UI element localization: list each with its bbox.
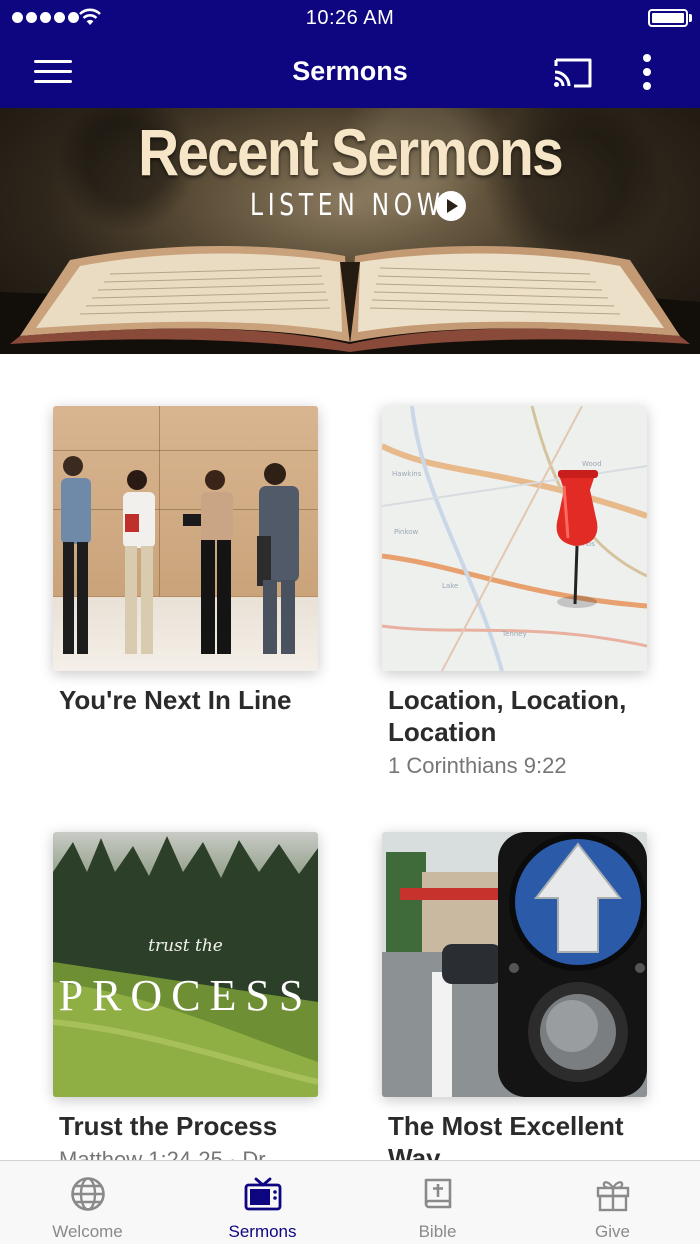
tab-welcome[interactable]: Welcome bbox=[0, 1161, 175, 1244]
battery-nub bbox=[689, 14, 692, 22]
battery-icon bbox=[648, 9, 688, 27]
tab-give[interactable]: Give bbox=[525, 1161, 700, 1244]
tab-label: Welcome bbox=[52, 1222, 123, 1241]
status-bar: 10:26 AM bbox=[0, 0, 700, 36]
cast-button[interactable] bbox=[548, 52, 598, 92]
people-in-line-image bbox=[61, 456, 299, 654]
sermon-title: You're Next In Line bbox=[59, 685, 292, 715]
tab-label: Give bbox=[595, 1222, 630, 1241]
sermon-thumbnail bbox=[382, 832, 647, 1097]
sermon-title: Trust the Process bbox=[59, 1111, 278, 1141]
listen-now-label: LISTEN NOW bbox=[250, 188, 445, 223]
svg-text:Pinkow: Pinkow bbox=[394, 528, 419, 536]
sermon-title: Location, Location, Location bbox=[388, 685, 627, 747]
svg-text:Tenney: Tenney bbox=[501, 630, 527, 638]
page-title: Sermons bbox=[292, 56, 408, 86]
svg-text:Wood: Wood bbox=[582, 460, 602, 468]
status-time: 10:26 AM bbox=[305, 7, 395, 29]
recent-sermons-banner[interactable]: Recent Sermons LISTEN NOW bbox=[0, 108, 700, 354]
more-options-button[interactable] bbox=[630, 50, 664, 94]
sermon-thumbnail: trust the PROCESS bbox=[53, 832, 318, 1097]
map-pin-image: PinkowLakeLamos TenneyHawkinsWood bbox=[382, 406, 647, 671]
menu-button[interactable] bbox=[28, 52, 78, 92]
svg-text:Hawkins: Hawkins bbox=[392, 470, 422, 478]
globe-icon bbox=[71, 1177, 105, 1211]
artwork-caption-small: trust the bbox=[148, 936, 223, 956]
bible-icon bbox=[424, 1178, 452, 1209]
gift-icon bbox=[596, 1181, 630, 1212]
tab-bar: Welcome Sermons Bible Give bbox=[0, 1160, 700, 1244]
banner-title: Recent Sermons bbox=[138, 115, 564, 189]
sermon-title: The Most Excellent Way bbox=[388, 1111, 624, 1160]
sermon-grid: You're Next In Line PinkowLakeLamos Tenn… bbox=[0, 354, 700, 1160]
artwork-caption-large: PROCESS bbox=[58, 971, 313, 1020]
tab-bible[interactable]: Bible bbox=[350, 1161, 525, 1244]
tab-sermons[interactable]: Sermons bbox=[175, 1161, 350, 1244]
cast-icon bbox=[554, 58, 592, 88]
sermon-scripture: 1 Corinthians 9:22 bbox=[388, 753, 567, 778]
sermon-thumbnail bbox=[53, 406, 318, 671]
sermon-scripture: Matthew 1:24-25 · Dr bbox=[59, 1147, 266, 1160]
forest-hillside-image bbox=[53, 836, 318, 1097]
sermon-thumbnail: PinkowLakeLamos TenneyHawkinsWood bbox=[382, 406, 647, 671]
tv-icon bbox=[244, 1177, 282, 1211]
tab-label: Bible bbox=[418, 1222, 457, 1241]
app-header: 10:26 AM Sermons bbox=[0, 0, 700, 108]
navigation-bar: Sermons bbox=[0, 36, 700, 108]
crosswalk-button-image bbox=[382, 832, 647, 1097]
listen-now-button[interactable]: LISTEN NOW bbox=[250, 188, 468, 223]
tab-label: Sermons bbox=[228, 1222, 297, 1241]
open-bible-image bbox=[0, 246, 700, 354]
svg-text:Lake: Lake bbox=[442, 582, 458, 590]
